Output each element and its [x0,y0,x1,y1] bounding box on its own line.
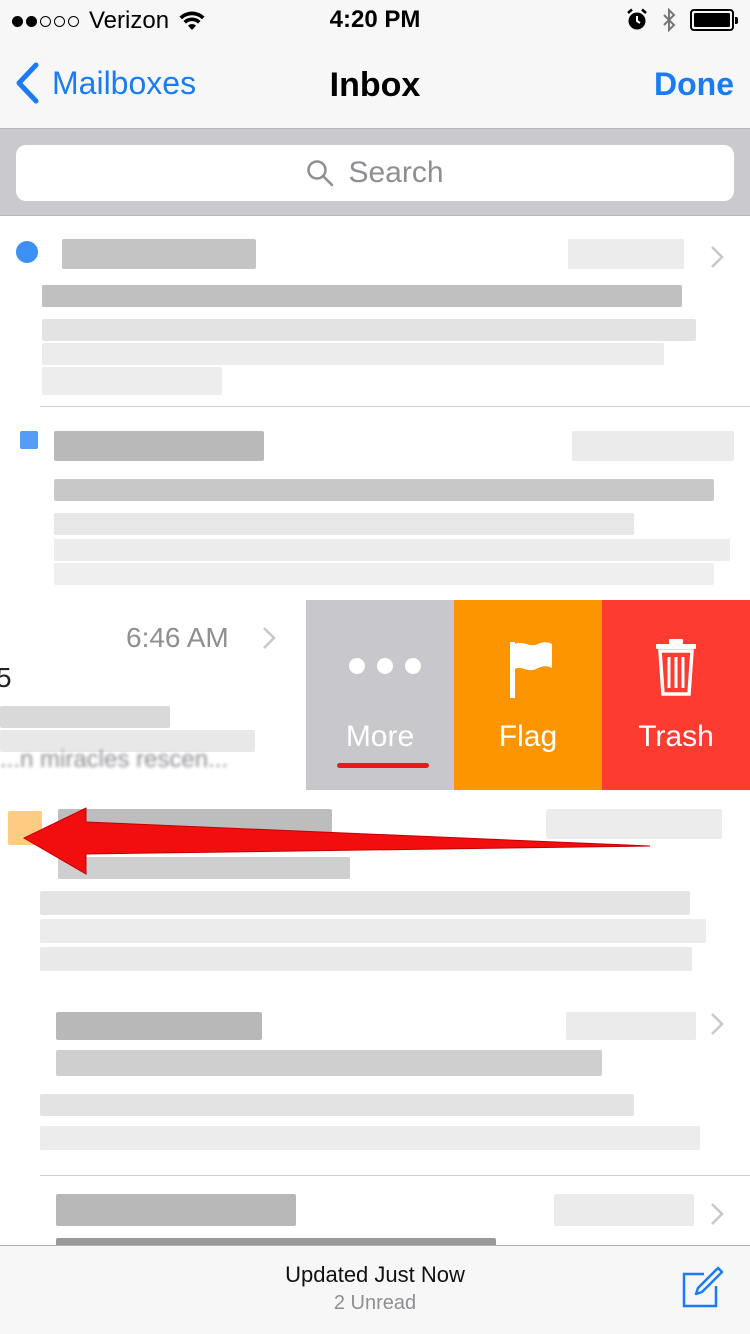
more-action-label: More [345,720,415,753]
flag-action-label: Flag [498,720,558,753]
subject-redacted [54,479,714,501]
compose-icon[interactable] [680,1266,724,1310]
unread-indicator [8,811,42,845]
preview-redacted [40,1126,700,1150]
trash-icon [656,639,696,696]
alarm-icon [627,8,647,30]
back-button-label: Mailboxes [52,64,197,101]
navigation-bar: Mailboxes Inbox Done [0,40,750,128]
status-right [626,8,738,32]
date-redacted [568,239,684,269]
disclosure-chevron-icon [711,1203,724,1225]
annotation-underline [337,763,429,768]
mail-row[interactable] [0,1176,750,1245]
date-redacted [572,431,734,461]
disclosure-chevron-icon [711,246,724,268]
preview-redacted [0,706,170,728]
preview-redacted [40,919,706,943]
trash-action-label: Trash [638,720,714,753]
sender-redacted [62,239,256,269]
sender-redacted [58,809,332,839]
trash-action-button[interactable]: Trash [602,600,750,790]
date-redacted [546,809,722,839]
date-redacted [554,1194,694,1226]
subject-redacted [56,1050,602,1076]
sender-redacted [54,431,264,461]
preview-redacted [54,563,714,585]
preview-redacted [54,539,730,561]
sender-redacted [56,1012,262,1040]
mail-time: 6:46 AM [126,622,229,653]
mail-snippet: ...n miracles rescen... [0,746,229,773]
date-redacted [566,1012,696,1040]
search-placeholder: Search [348,156,444,189]
bluetooth-icon [663,8,676,32]
disclosure-chevron-icon [263,627,276,649]
preview-redacted [40,891,690,915]
sender-redacted [56,1194,296,1226]
mail-row[interactable] [0,791,750,986]
unread-indicator [16,241,38,263]
mailboxes-back-button[interactable]: Mailboxes [14,62,196,104]
preview-redacted [40,947,692,971]
flag-icon [510,642,552,698]
disclosure-chevron-icon [711,1013,724,1035]
subject-redacted [58,857,350,879]
subject-redacted [56,1238,496,1245]
mail-row[interactable] [0,407,750,600]
status-bar: Verizon 4:20 PM [0,0,750,40]
preview-redacted [42,319,696,341]
done-button[interactable]: Done [654,66,734,103]
updated-status: Updated Just Now [285,1262,465,1287]
mail-row[interactable] [0,986,750,1176]
mail-row[interactable] [0,217,750,407]
subject-redacted [42,285,682,307]
search-area: Search [0,128,750,216]
mailbox-status: Updated Just Now 2 Unread [0,1262,750,1315]
search-input[interactable]: Search [16,145,734,201]
unread-count: 2 Unread [333,1292,417,1314]
flag-action-button[interactable]: Flag [454,600,602,790]
preview-redacted [42,343,664,365]
bottom-toolbar: Updated Just Now 2 Unread [0,1245,750,1334]
more-action-button[interactable]: More [306,600,454,790]
unread-indicator [20,431,38,449]
preview-redacted [40,1094,634,1116]
preview-redacted [54,513,634,535]
back-chevron-icon [16,62,39,104]
more-dots-icon [349,658,421,674]
battery-icon [690,9,738,31]
preview-redacted [42,367,222,395]
search-icon [307,160,334,187]
mail-subject-fragment: 5 [0,662,12,693]
